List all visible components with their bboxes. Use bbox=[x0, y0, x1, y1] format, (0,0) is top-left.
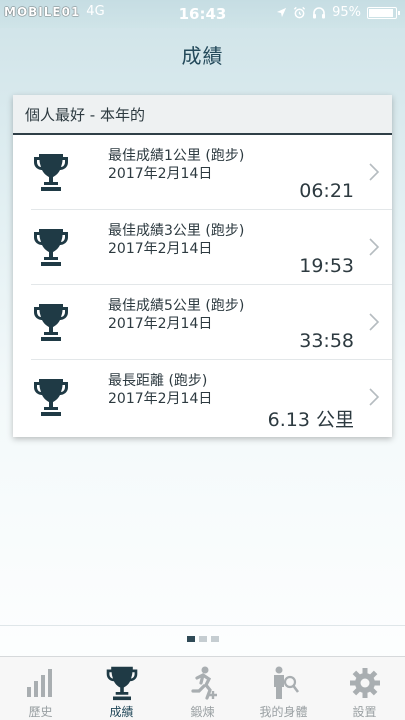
tab-label: 歷史 bbox=[28, 705, 53, 719]
tab-label: 我的身體 bbox=[259, 705, 308, 719]
page-indicator[interactable] bbox=[0, 636, 405, 642]
battery-icon bbox=[367, 6, 400, 19]
divider bbox=[0, 625, 405, 626]
record-title: 最佳成績3公里 (跑步) bbox=[108, 223, 245, 239]
trophy-icon bbox=[34, 304, 68, 341]
trophy-icon bbox=[106, 666, 137, 701]
tab-workout[interactable]: 鍛煉 bbox=[162, 657, 243, 720]
personal-best-card: 個人最好 - 本年的 最佳成績1公里 (跑步) 2017年2月14日 06:21… bbox=[13, 95, 392, 437]
tab-label: 成績 bbox=[109, 705, 134, 719]
record-title: 最長距離 (跑步) bbox=[108, 373, 208, 389]
body-search-icon bbox=[273, 666, 299, 699]
battery-percent: 95% bbox=[332, 5, 361, 20]
page-title: 成績 bbox=[181, 43, 224, 68]
status-bar: MOBILE01 4G 16:43 95% bbox=[0, 0, 405, 28]
record-date: 2017年2月14日 bbox=[108, 241, 213, 257]
record-title: 最佳成績1公里 (跑步) bbox=[108, 148, 245, 164]
chevron-right-icon bbox=[369, 163, 380, 181]
location-icon bbox=[277, 7, 287, 18]
record-row[interactable]: 最佳成績5公里 (跑步) 2017年2月14日 33:58 bbox=[31, 285, 392, 360]
status-right: 95% bbox=[276, 5, 400, 20]
card-header: 個人最好 - 本年的 bbox=[13, 95, 392, 135]
tab-settings[interactable]: 設置 bbox=[324, 657, 405, 720]
record-date: 2017年2月14日 bbox=[108, 391, 213, 407]
record-value: 19:53 bbox=[299, 255, 354, 277]
alarm-icon bbox=[293, 6, 306, 19]
chevron-right-icon bbox=[369, 388, 380, 406]
page-dot[interactable] bbox=[186, 636, 195, 642]
chevron-right-icon bbox=[369, 313, 380, 331]
page-dot[interactable] bbox=[198, 636, 207, 642]
record-value: 6.13 公里 bbox=[267, 409, 354, 431]
page-dot[interactable] bbox=[210, 636, 219, 642]
record-date: 2017年2月14日 bbox=[108, 316, 213, 332]
chevron-right-icon bbox=[369, 238, 380, 256]
record-row[interactable]: 最佳成績1公里 (跑步) 2017年2月14日 06:21 bbox=[31, 135, 392, 210]
trophy-icon bbox=[34, 379, 68, 416]
record-value: 06:21 bbox=[299, 180, 354, 202]
record-title: 最佳成績5公里 (跑步) bbox=[108, 298, 245, 314]
battery-fill bbox=[369, 8, 393, 17]
nav-bar: 成績 bbox=[0, 28, 405, 80]
gear-icon bbox=[349, 668, 380, 698]
record-row[interactable]: 最佳成績3公里 (跑步) 2017年2月14日 19:53 bbox=[31, 210, 392, 285]
bar-chart-icon bbox=[26, 669, 52, 697]
tab-my-body[interactable]: 我的身體 bbox=[243, 657, 324, 720]
record-row[interactable]: 最長距離 (跑步) 2017年2月14日 6.13 公里 bbox=[31, 360, 392, 435]
tab-label: 鍛煉 bbox=[190, 705, 215, 719]
tab-results[interactable]: 成績 bbox=[81, 657, 162, 720]
headphones-icon bbox=[313, 7, 326, 19]
trophy-icon bbox=[34, 154, 68, 191]
tab-history[interactable]: 歷史 bbox=[0, 657, 81, 720]
tab-label: 設置 bbox=[352, 705, 377, 719]
record-date: 2017年2月14日 bbox=[108, 166, 213, 182]
runner-plus-icon bbox=[190, 666, 217, 700]
tab-bar: 歷史 成績 鍛煉 我的身體 設置 bbox=[0, 656, 405, 720]
trophy-icon bbox=[34, 229, 68, 266]
record-value: 33:58 bbox=[299, 330, 354, 352]
